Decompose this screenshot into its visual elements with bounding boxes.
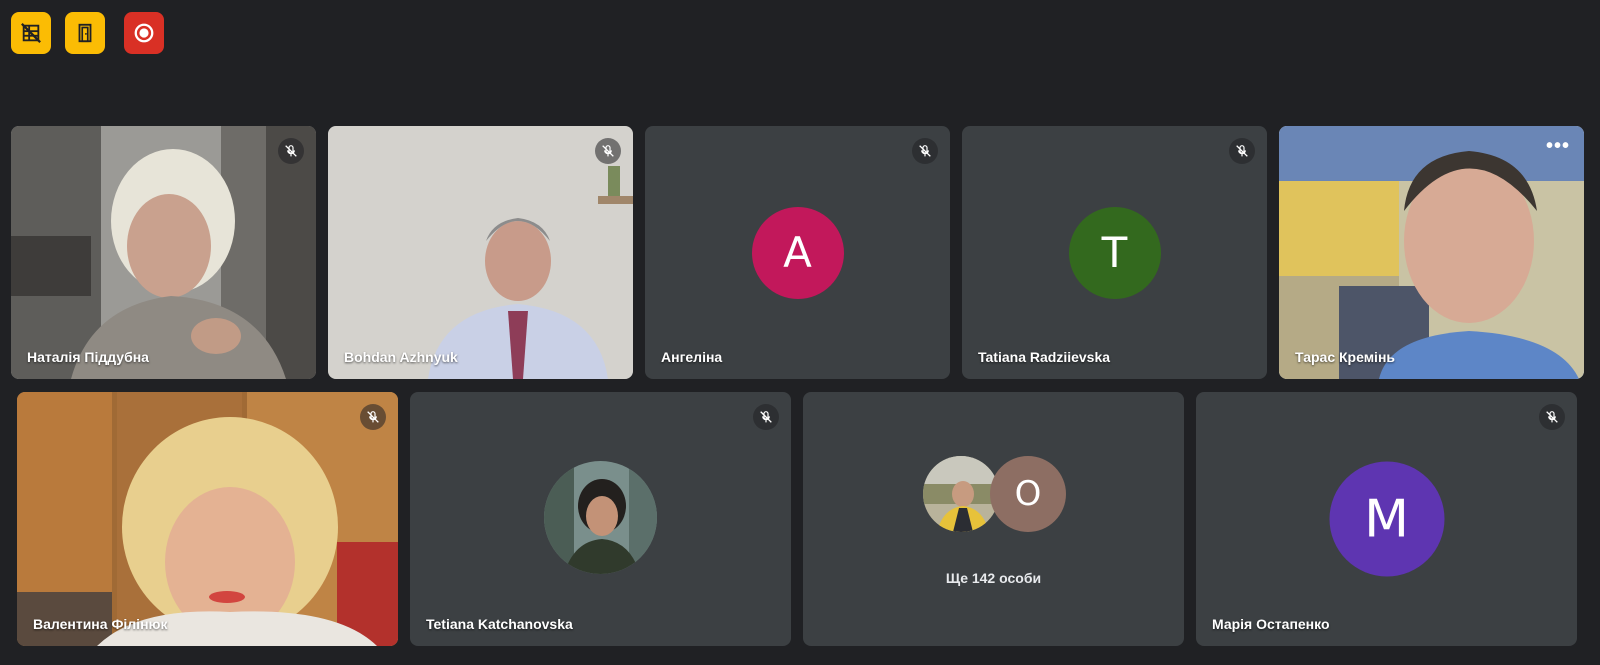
mic-off-icon [367,411,379,423]
video-feed [1279,126,1584,379]
participant-name: Валентина Філінюк [33,616,168,632]
participant-tile[interactable]: Bohdan Azhnyuk [328,126,633,379]
participant-name: Bohdan Azhnyuk [344,349,458,365]
door-exit-icon [78,23,92,43]
mic-off-icon [602,145,614,157]
mic-off-icon [1236,145,1248,157]
participant-name: Тарас Кремінь [1295,349,1396,365]
video-feed [11,126,316,379]
participant-name: Марія Остапенко [1212,616,1330,632]
muted-indicator [360,404,386,430]
muted-indicator [1229,138,1255,164]
participant-name: Tatiana Radziievska [978,349,1111,365]
participant-tile[interactable]: Tetiana Katchanovska [410,392,791,646]
participant-tile[interactable]: Валентина Філінюк [17,392,398,646]
more-options-icon[interactable]: ••• [1546,136,1570,156]
muted-indicator [753,404,779,430]
muted-indicator [912,138,938,164]
video-feed [17,392,398,646]
grid-off-icon [21,23,41,43]
muted-indicator [1539,404,1565,430]
muted-indicator [278,138,304,164]
others-count-label: Ще 142 особи [945,570,1042,586]
avatar: O [990,456,1066,532]
mic-off-icon [1546,411,1558,423]
participant-tile[interactable]: Наталія Піддубна [11,126,316,379]
muted-indicator [595,138,621,164]
participant-tile[interactable]: А Ангеліна [645,126,950,379]
participant-name: Tetiana Katchanovska [426,616,573,632]
participant-tile[interactable]: T Tatiana Radziievska [962,126,1267,379]
avatar: M [1329,461,1444,577]
record-icon [134,23,154,43]
others-tile[interactable]: O Ще 142 особи [803,392,1184,646]
mic-off-icon [285,145,297,157]
participant-name: Наталія Піддубна [27,349,149,365]
participant-tile[interactable]: M Марія Остапенко [1196,392,1577,646]
video-feed [328,126,633,379]
record-button[interactable] [124,12,164,54]
avatar [544,461,657,574]
participant-name: Ангеліна [661,349,723,365]
grid-off-button[interactable] [11,12,51,54]
leave-button[interactable] [65,12,105,54]
mic-off-icon [919,145,931,157]
avatar: А [751,206,844,299]
participant-tile-active[interactable]: ••• Тарас Кремінь [1279,126,1584,379]
mic-off-icon [760,411,772,423]
avatar: T [1068,206,1161,299]
avatar [923,456,999,532]
